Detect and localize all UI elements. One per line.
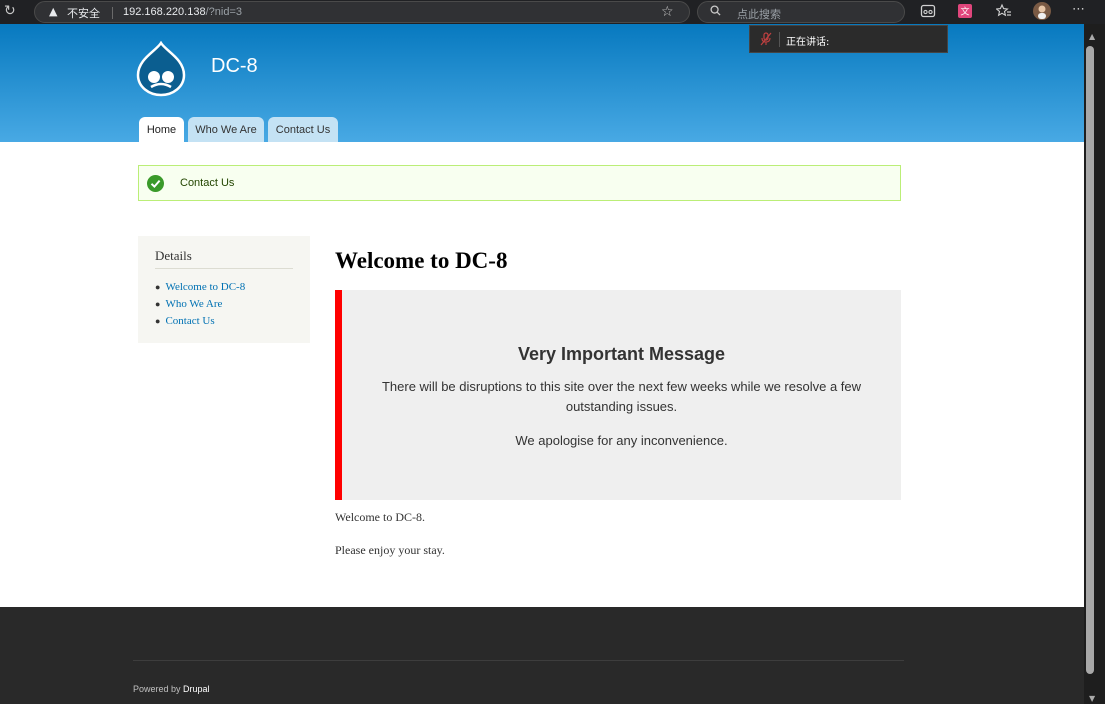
browser-search-box[interactable]: 点此搜索	[697, 1, 905, 23]
warning-icon[interactable]: ▲	[49, 5, 57, 18]
more-options-icon[interactable]: ⋯	[1072, 2, 1086, 17]
address-divider	[112, 7, 113, 19]
footer-divider	[133, 660, 904, 661]
site-name[interactable]: DC-8	[211, 55, 258, 78]
profile-avatar[interactable]	[1033, 2, 1051, 20]
security-label[interactable]: 不安全	[67, 5, 100, 21]
tab-contact-us[interactable]: Contact Us	[268, 117, 338, 142]
sidebar-item-label[interactable]: Who We Are	[165, 298, 222, 310]
tab-who-we-are[interactable]: Who We Are	[188, 117, 264, 142]
notice-apology: We apologise for any inconvenience.	[515, 433, 728, 448]
powered-by-prefix: Powered by	[133, 684, 181, 694]
check-circle-icon	[147, 175, 164, 192]
url-host: 192.168.220.138	[123, 6, 206, 18]
reader-mode-icon[interactable]	[920, 3, 936, 19]
scroll-up-arrow-icon[interactable]: ▲	[1089, 32, 1095, 41]
sidebar-link-list: ● Welcome to DC-8 ● Who We Are ● Contact Us	[155, 280, 245, 331]
voice-input-popup: 正在讲话:	[749, 25, 948, 53]
page-title: Welcome to DC-8	[335, 248, 508, 273]
notice-body: There will be disruptions to this site o…	[381, 379, 862, 414]
favorites-list-icon[interactable]	[996, 3, 1012, 19]
sidebar-item-welcome[interactable]: ● Welcome to DC-8	[155, 280, 245, 297]
svg-text:文: 文	[960, 6, 969, 18]
sidebar-item-who-we-are[interactable]: ● Who We Are	[155, 297, 245, 314]
mic-muted-icon[interactable]	[760, 32, 772, 46]
sidebar-item-label[interactable]: Contact Us	[165, 315, 214, 327]
tab-home[interactable]: Home	[139, 117, 184, 142]
page-scrollbar[interactable]: ▲ ▼	[1084, 24, 1105, 704]
drupal-logo-icon[interactable]	[136, 41, 186, 97]
url-path: /?nid=3	[205, 6, 242, 18]
voice-status-text: 正在讲话:	[786, 37, 830, 48]
reload-icon[interactable]: ↻	[4, 3, 16, 19]
status-text: Contact Us	[180, 177, 235, 189]
bullet-icon: ●	[155, 282, 161, 292]
sidebar-divider	[155, 268, 293, 269]
sidebar-item-contact-us[interactable]: ● Contact Us	[155, 314, 245, 331]
bullet-icon: ●	[155, 299, 161, 309]
scroll-thumb[interactable]	[1086, 46, 1094, 674]
sidebar-title: Details	[155, 248, 192, 263]
search-placeholder: 点此搜索	[737, 8, 781, 21]
search-icon	[710, 5, 721, 16]
notice-heading: Very Important Message	[517, 344, 726, 364]
popup-divider	[779, 32, 780, 47]
browser-toolbar: ↻ ▲ 不安全 192.168.220.138/?nid=3 ☆ 点此搜索 文 …	[0, 0, 1105, 24]
favorite-star-icon[interactable]: ☆	[661, 4, 674, 20]
sidebar-item-label[interactable]: Welcome to DC-8	[165, 281, 245, 293]
sidebar-details: Details ● Welcome to DC-8 ● Who We Are ● Co…	[138, 236, 310, 343]
body-paragraph: Welcome to DC-8.	[335, 510, 426, 524]
url-text[interactable]: 192.168.220.138/?nid=3	[123, 6, 242, 18]
translate-extension-icon[interactable]: 文	[957, 3, 973, 19]
powered-by: Powered by Drupal	[133, 684, 210, 694]
status-message: Contact Us	[138, 165, 901, 201]
address-bar[interactable]: ▲ 不安全 192.168.220.138/?nid=3 ☆	[34, 1, 690, 23]
site-footer: Powered by Drupal	[0, 607, 1084, 704]
important-notice-box: Very Important Message There will be dis…	[335, 290, 901, 500]
drupal-link[interactable]: Drupal	[183, 684, 210, 694]
body-paragraph: Please enjoy your stay.	[335, 543, 445, 557]
bullet-icon: ●	[155, 316, 161, 326]
scroll-down-arrow-icon[interactable]: ▼	[1089, 694, 1095, 703]
